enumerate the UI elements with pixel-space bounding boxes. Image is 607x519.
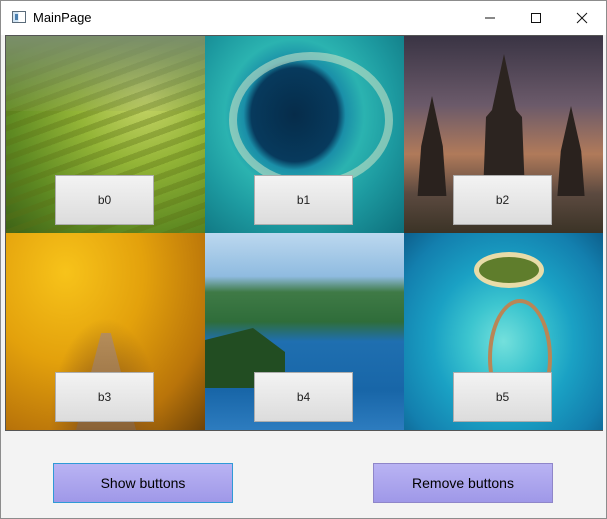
tile-1: b1 <box>205 36 404 233</box>
tile-4: b4 <box>205 233 404 430</box>
tile-0: b0 <box>6 36 205 233</box>
window-title: MainPage <box>33 10 92 25</box>
app-icon <box>12 11 26 23</box>
tile-button-b2[interactable]: b2 <box>453 175 552 225</box>
maximize-icon <box>531 13 541 23</box>
main-window: MainPage b0 b1 b2 b3 b4 b5 Show buttons … <box>0 0 607 519</box>
tile-button-b5[interactable]: b5 <box>453 372 552 422</box>
minimize-button[interactable] <box>467 1 513 35</box>
remove-buttons-button[interactable]: Remove buttons <box>373 463 553 503</box>
close-icon <box>576 12 588 24</box>
tile-2: b2 <box>404 36 603 233</box>
image-grid: b0 b1 b2 b3 b4 b5 <box>5 35 603 431</box>
show-buttons-button[interactable]: Show buttons <box>53 463 233 503</box>
title-bar[interactable]: MainPage <box>1 1 606 35</box>
tile-3: b3 <box>6 233 205 430</box>
tile-button-b3[interactable]: b3 <box>55 372 154 422</box>
minimize-icon <box>485 17 495 19</box>
tile-5: b5 <box>404 233 603 430</box>
tile-button-b0[interactable]: b0 <box>55 175 154 225</box>
maximize-button[interactable] <box>513 1 559 35</box>
tile-button-b4[interactable]: b4 <box>254 372 353 422</box>
close-button[interactable] <box>559 1 605 35</box>
tile-button-b1[interactable]: b1 <box>254 175 353 225</box>
